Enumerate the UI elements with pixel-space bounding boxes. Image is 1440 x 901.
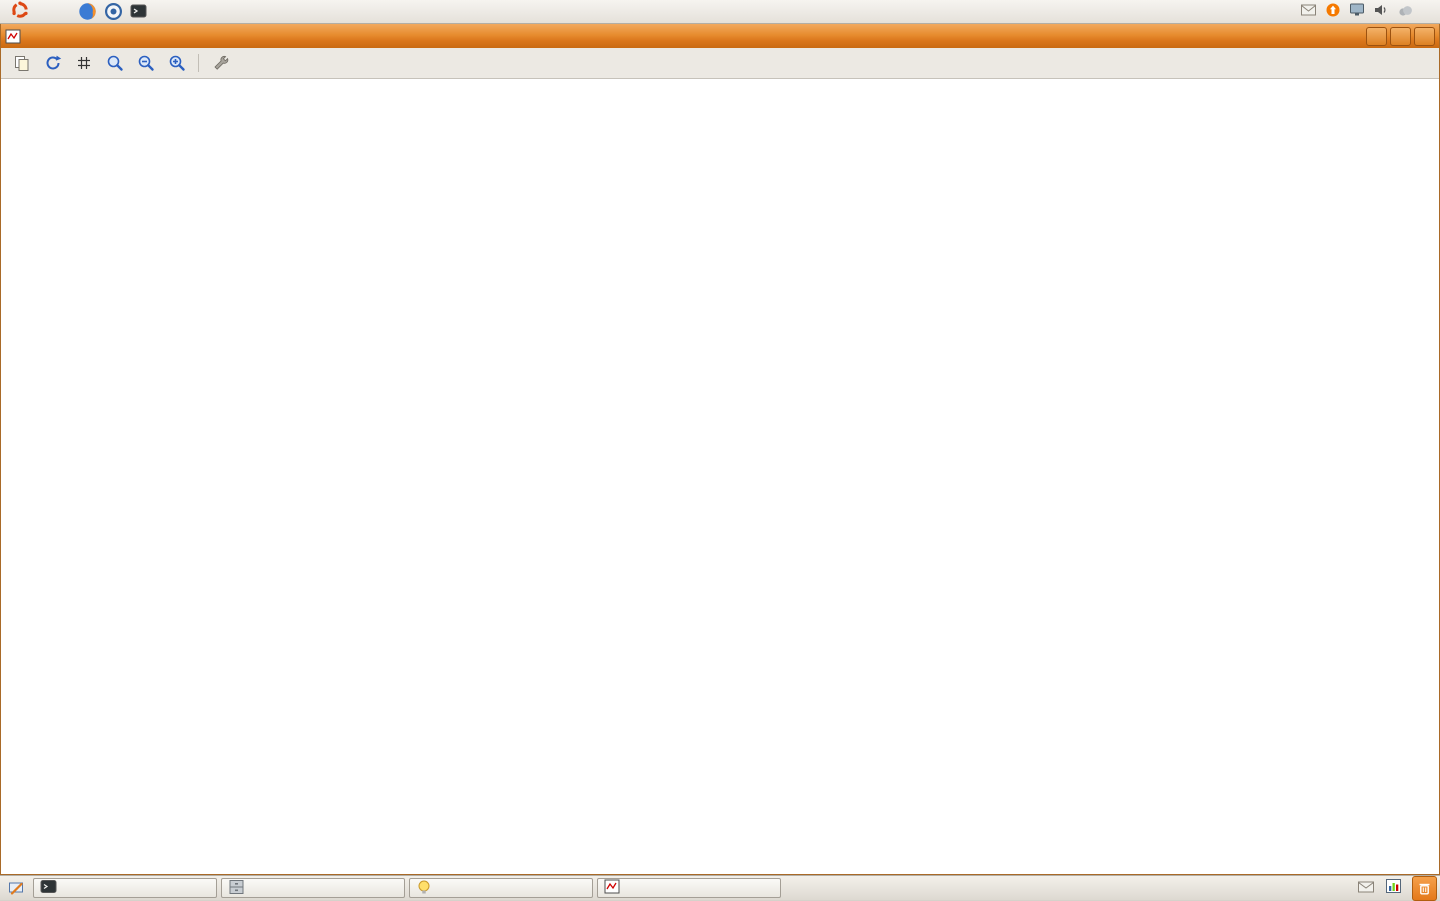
maximize-button[interactable]	[1390, 27, 1411, 46]
terminal-launcher-icon[interactable]	[127, 1, 151, 23]
copy-icon[interactable]	[7, 50, 36, 77]
places-menu[interactable]	[43, 11, 57, 13]
zoom-previous-icon[interactable]	[131, 50, 160, 77]
file-manager-icon	[228, 879, 245, 898]
panel-status-area	[1300, 2, 1436, 22]
firefox-icon[interactable]	[75, 1, 99, 23]
help-icon[interactable]	[237, 50, 266, 77]
gnuplot-window	[0, 24, 1440, 875]
toolbar	[1, 48, 1439, 79]
taskbar-button-2[interactable]	[409, 878, 593, 898]
taskbar-tray	[1347, 876, 1437, 901]
help-browser-icon[interactable]	[101, 1, 125, 23]
settings-icon[interactable]	[206, 50, 235, 77]
minimize-button[interactable]	[1366, 27, 1387, 46]
ubuntu-logo-icon	[11, 1, 29, 23]
zoom-icon[interactable]	[100, 50, 129, 77]
replot-icon[interactable]	[38, 50, 67, 77]
taskbar-button-0[interactable]	[33, 878, 217, 898]
top-panel	[0, 0, 1440, 24]
taskbar-button-3[interactable]	[597, 878, 781, 898]
weather-icon[interactable]	[1397, 3, 1414, 21]
gnuplot-window-icon	[5, 29, 21, 44]
window-controls	[1366, 27, 1435, 46]
show-desktop-icon[interactable]	[3, 877, 29, 900]
chart-tray-icon[interactable]	[1385, 878, 1402, 898]
zoom-next-icon[interactable]	[162, 50, 191, 77]
gnuplot-icon	[604, 879, 620, 897]
desktop	[0, 0, 1440, 900]
display-icon[interactable]	[1349, 2, 1365, 21]
mail-tray-icon[interactable]	[1357, 879, 1375, 898]
trash-icon[interactable]	[1412, 876, 1437, 901]
update-notifier-icon[interactable]	[1325, 2, 1341, 22]
plot-area	[1, 79, 1439, 874]
volume-icon[interactable]	[1373, 2, 1389, 22]
terminal-icon	[40, 879, 57, 897]
taskbar	[0, 875, 1440, 900]
close-button[interactable]	[1414, 27, 1435, 46]
grid-icon[interactable]	[69, 50, 98, 77]
system-menu[interactable]	[59, 11, 73, 13]
applications-menu[interactable]	[4, 0, 41, 24]
toolbar-separator	[198, 54, 199, 72]
gajim-icon	[416, 879, 432, 898]
titlebar[interactable]	[1, 24, 1439, 48]
plot-canvas[interactable]	[1, 79, 1439, 874]
mail-notification-icon[interactable]	[1300, 2, 1317, 21]
taskbar-button-1[interactable]	[221, 878, 405, 898]
